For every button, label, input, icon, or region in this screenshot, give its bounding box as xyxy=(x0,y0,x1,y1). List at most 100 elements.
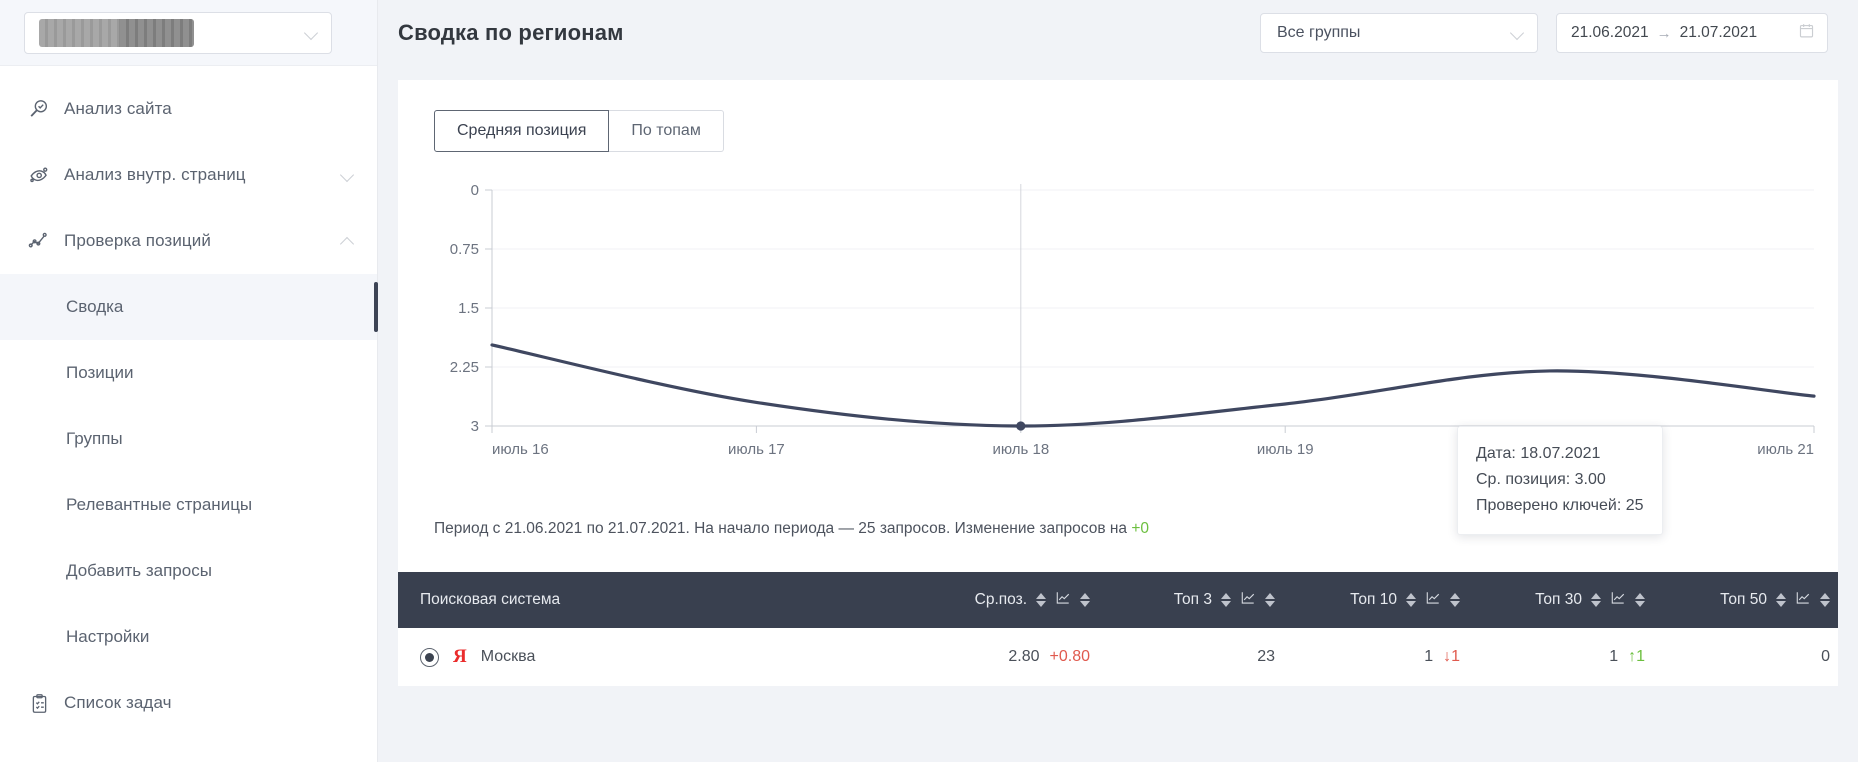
chart-tooltip: Дата: 18.07.2021 Ср. позиция: 3.00 Прове… xyxy=(1457,426,1663,536)
sort-icon-secondary[interactable] xyxy=(1450,593,1460,607)
top10-value: 1 xyxy=(1424,648,1434,665)
tab-by-tops[interactable]: По топам xyxy=(609,110,724,152)
column-label: Ср.поз. xyxy=(974,591,1027,608)
column-label: Топ 3 xyxy=(1173,591,1212,608)
sidebar-item-settings[interactable]: Настройки xyxy=(0,604,377,670)
column-label: Топ 30 xyxy=(1535,591,1582,608)
sort-icon-secondary[interactable] xyxy=(1635,593,1645,607)
sort-icon[interactable] xyxy=(1221,593,1231,607)
sidebar-item-label: Анализ внутр. страниц xyxy=(64,165,246,184)
sidebar-subitem-label: Позиции xyxy=(66,363,134,382)
sidebar-item-summary[interactable]: Сводка xyxy=(0,274,378,340)
column-header-top10[interactable]: Топ 10 xyxy=(1275,591,1460,610)
period-change-value: +0 xyxy=(1131,520,1150,537)
top-bar-controls: Все группы 21.06.2021 → 21.07.2021 xyxy=(1260,13,1828,53)
column-header-top3[interactable]: Топ 3 xyxy=(1090,591,1275,610)
tab-average-position[interactable]: Средняя позиция xyxy=(434,110,610,152)
avg-delta: +0.80 xyxy=(1049,648,1090,665)
sidebar-item-add-queries[interactable]: Добавить запросы xyxy=(0,538,377,604)
sidebar: Анализ сайта Анализ внутр. страниц Прове… xyxy=(0,0,378,762)
row-engine-cell: Я Москва xyxy=(420,646,940,668)
sort-icon[interactable] xyxy=(1406,593,1416,607)
chevron-down-icon[interactable] xyxy=(341,168,355,182)
svg-text:июль 21: июль 21 xyxy=(1757,441,1814,458)
date-range-picker[interactable]: 21.06.2021 → 21.07.2021 xyxy=(1556,13,1828,53)
svg-text:0.75: 0.75 xyxy=(450,241,479,258)
yandex-logo-icon: Я xyxy=(453,646,467,667)
row-top30: 1 ↑1 xyxy=(1460,648,1645,666)
chevron-down-icon xyxy=(305,26,319,40)
site-select[interactable] xyxy=(24,11,332,54)
sidebar-item-label: Список задач xyxy=(64,693,172,712)
top50-value: 0 xyxy=(1821,648,1830,665)
chart-toggle-icon[interactable] xyxy=(1240,591,1256,610)
chart-toggle-icon[interactable] xyxy=(1795,591,1811,610)
row-radio-button[interactable] xyxy=(420,647,439,667)
magnifier-check-icon xyxy=(26,98,52,120)
chevron-up-icon[interactable] xyxy=(341,234,355,248)
svg-text:1.5: 1.5 xyxy=(458,300,479,317)
sidebar-nav: Анализ сайта Анализ внутр. страниц Прове… xyxy=(0,66,378,736)
calendar-icon[interactable] xyxy=(1798,22,1815,44)
eye-search-icon xyxy=(26,164,52,186)
row-region-label: Москва xyxy=(480,648,536,665)
date-to[interactable]: 21.07.2021 xyxy=(1680,24,1758,42)
site-select-value-redacted xyxy=(39,18,194,47)
chevron-down-icon xyxy=(1511,26,1525,40)
sidebar-item-inner-pages-analysis[interactable]: Анализ внутр. страниц xyxy=(0,142,377,208)
table-header-row: Поисковая система Ср.поз. Топ 3 Топ 10 Т… xyxy=(398,572,1838,628)
page-title: Сводка по регионам xyxy=(398,20,624,45)
column-header-top30[interactable]: Топ 30 xyxy=(1460,591,1645,610)
sidebar-subitem-label: Настройки xyxy=(66,627,150,646)
top3-value: 23 xyxy=(1257,648,1275,665)
sidebar-item-relevant-pages[interactable]: Релевантные страницы xyxy=(0,472,377,538)
chart-toggle-icon[interactable] xyxy=(1610,591,1626,610)
sort-icon[interactable] xyxy=(1036,593,1046,607)
sidebar-item-groups[interactable]: Группы xyxy=(0,406,377,472)
row-top3: 23 xyxy=(1090,648,1275,666)
chart-toggle-icon[interactable] xyxy=(1425,591,1441,610)
svg-text:2.25: 2.25 xyxy=(450,359,479,376)
sidebar-item-positions[interactable]: Позиции xyxy=(0,340,377,406)
chart-toggle-icon[interactable] xyxy=(1055,591,1071,610)
sort-icon-secondary[interactable] xyxy=(1080,593,1090,607)
app-root: Анализ сайта Анализ внутр. страниц Прове… xyxy=(0,0,1858,762)
column-header-search-engine: Поисковая система xyxy=(420,591,561,608)
top10-delta: ↓1 xyxy=(1443,648,1460,665)
chart-card: Средняя позиция По топам 0 0.75 1.5 2.25 3 ию… xyxy=(398,80,1838,572)
average-position-chart[interactable]: 0 0.75 1.5 2.25 3 июль 16 июль 17 июль 18 июль 1… xyxy=(422,174,1816,536)
site-selector-container xyxy=(0,0,377,66)
group-filter-value: Все группы xyxy=(1277,24,1361,41)
clipboard-list-icon xyxy=(26,693,52,714)
top-bar: Сводка по регионам Все группы 21.06.2021… xyxy=(378,0,1858,66)
sidebar-subitem-label: Сводка xyxy=(66,297,124,316)
svg-text:3: 3 xyxy=(471,418,479,435)
sort-icon-secondary[interactable] xyxy=(1820,593,1830,607)
sort-icon[interactable] xyxy=(1591,593,1601,607)
sidebar-subitem-label: Группы xyxy=(66,429,123,448)
row-top10: 1 ↓1 xyxy=(1275,648,1460,666)
sidebar-item-site-analysis[interactable]: Анализ сайта xyxy=(0,76,377,142)
row-avg-position: 2.80 +0.80 xyxy=(940,648,1090,666)
sidebar-item-position-check[interactable]: Проверка позиций xyxy=(0,208,377,274)
table-row[interactable]: Я Москва 2.80 +0.80 23 1 ↓1 1 ↑1 0 xyxy=(398,628,1838,686)
group-filter-select[interactable]: Все группы xyxy=(1260,13,1538,53)
sort-icon[interactable] xyxy=(1776,593,1786,607)
tooltip-date: Дата: 18.07.2021 xyxy=(1476,445,1601,462)
date-from[interactable]: 21.06.2021 xyxy=(1571,24,1649,42)
chart-mode-tabs: Средняя позиция По топам xyxy=(434,110,1814,152)
column-header-top50[interactable]: Топ 50 xyxy=(1645,591,1830,610)
arrow-down-icon: ↓ xyxy=(1443,648,1452,665)
svg-text:июль 19: июль 19 xyxy=(1257,441,1314,458)
sort-icon-secondary[interactable] xyxy=(1265,593,1275,607)
search-engines-table: Поисковая система Ср.поз. Топ 3 Топ 10 Т… xyxy=(398,572,1838,686)
row-top50: 0 xyxy=(1645,648,1830,666)
sidebar-item-label: Анализ сайта xyxy=(64,99,172,118)
sidebar-item-label: Проверка позиций xyxy=(64,231,211,250)
tooltip-checked-keys: Проверено ключей: 25 xyxy=(1476,497,1644,515)
sidebar-item-task-list[interactable]: Список задач xyxy=(0,670,377,736)
column-header-avg-position[interactable]: Ср.поз. xyxy=(940,591,1090,610)
top30-value: 1 xyxy=(1609,648,1619,665)
column-label: Топ 50 xyxy=(1720,591,1767,608)
sidebar-subitem-label: Добавить запросы xyxy=(66,561,212,580)
